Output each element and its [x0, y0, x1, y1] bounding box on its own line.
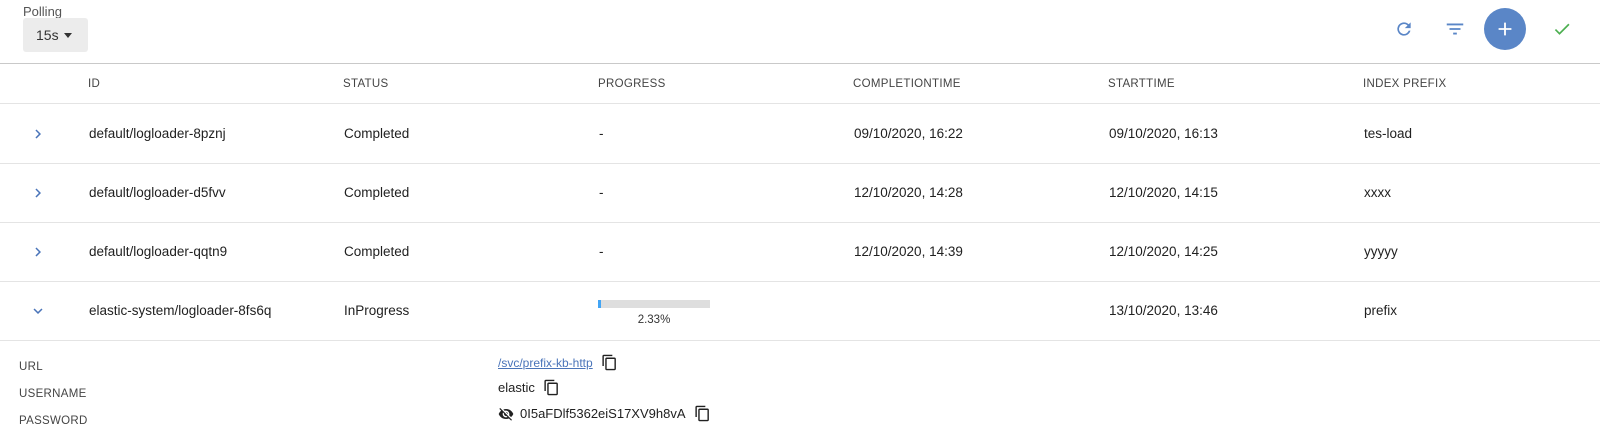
chevron-right-icon — [35, 129, 41, 139]
copy-username-button[interactable] — [543, 379, 560, 396]
add-button[interactable] — [1484, 8, 1526, 50]
cell-id: default/logloader-qqtn9 — [89, 244, 228, 259]
table-row[interactable]: elastic-system/logloader-8fs6q InProgres… — [0, 282, 1600, 341]
copy-url-button[interactable] — [601, 354, 618, 371]
cell-starttime: 12/10/2020, 14:15 — [1109, 185, 1218, 200]
cell-status: Completed — [344, 185, 410, 200]
confirm-button[interactable] — [1541, 8, 1583, 50]
cell-completiontime: 12/10/2020, 14:28 — [854, 185, 963, 200]
username-label: USERNAME — [19, 388, 87, 400]
password-text: 0I5aFDlf5362eiS17XV9h8vA — [520, 406, 686, 421]
cell-progress: - — [599, 126, 604, 141]
table-row[interactable]: default/logloader-8pznj Completed - 09/1… — [0, 105, 1600, 164]
cell-completiontime: 09/10/2020, 16:22 — [854, 126, 963, 141]
copy-password-button[interactable] — [694, 405, 711, 422]
refresh-icon — [1397, 22, 1411, 36]
column-header-starttime[interactable]: STARTTIME — [1108, 78, 1175, 90]
filter-icon — [1446, 23, 1464, 35]
username-value: elastic — [498, 379, 560, 396]
copy-icon — [694, 405, 709, 422]
caret-down-icon — [63, 32, 72, 38]
url-label: URL — [19, 361, 43, 373]
cell-starttime: 12/10/2020, 14:25 — [1109, 244, 1218, 259]
expand-row-button[interactable] — [27, 120, 49, 148]
cell-status: Completed — [344, 126, 410, 141]
check-icon — [1554, 23, 1570, 35]
cell-index-prefix: prefix — [1364, 303, 1398, 318]
column-header-index-prefix[interactable]: INDEX PREFIX — [1363, 78, 1446, 90]
cell-id: default/logloader-d5fvv — [89, 185, 226, 200]
refresh-button[interactable] — [1383, 8, 1425, 50]
toggle-password-visibility-button[interactable] — [498, 406, 514, 422]
chevron-down-icon — [33, 308, 43, 314]
cell-completiontime: 12/10/2020, 14:39 — [854, 244, 963, 259]
row-details: URL /svc/prefix-kb-http USERNAME elastic… — [0, 354, 1600, 439]
chevron-right-icon — [35, 247, 41, 257]
expand-row-button[interactable] — [27, 179, 49, 207]
copy-icon — [544, 379, 558, 396]
polling-value: 15s — [36, 27, 59, 43]
table-header: ID STATUS PROGRESS COMPLETIONTIME STARTT… — [0, 65, 1600, 104]
cell-index-prefix: xxxx — [1364, 185, 1391, 200]
filter-button[interactable] — [1434, 8, 1476, 50]
copy-icon — [602, 354, 616, 371]
cell-status: InProgress — [344, 303, 410, 318]
password-value: 0I5aFDlf5362eiS17XV9h8vA — [498, 405, 711, 422]
password-label: PASSWORD — [19, 415, 88, 427]
polling-label: Polling — [23, 4, 63, 19]
progress-percent: 2.33% — [637, 314, 671, 326]
progress-track — [598, 300, 710, 308]
table-row[interactable]: default/logloader-qqtn9 Completed - 12/1… — [0, 223, 1600, 282]
column-header-completiontime[interactable]: COMPLETIONTIME — [853, 78, 961, 90]
visibility-off-icon — [498, 407, 514, 421]
cell-progress: - — [599, 244, 604, 259]
cell-starttime: 13/10/2020, 13:46 — [1109, 303, 1218, 318]
column-header-id[interactable]: ID — [88, 78, 100, 90]
cell-id: default/logloader-8pznj — [89, 126, 226, 141]
expand-row-button[interactable] — [27, 238, 49, 266]
toolbar: Polling 15s — [0, 0, 1600, 64]
polling-select[interactable]: 15s — [23, 18, 88, 52]
cell-status: Completed — [344, 244, 410, 259]
chevron-right-icon — [35, 188, 41, 198]
cell-progress: - — [599, 185, 604, 200]
cell-index-prefix: yyyyy — [1364, 244, 1398, 259]
plus-icon — [1498, 22, 1512, 36]
progress-indicator: 2.33% — [598, 300, 710, 326]
url-value: /svc/prefix-kb-http — [498, 354, 618, 371]
collapse-row-button[interactable] — [27, 297, 49, 325]
username-text: elastic — [498, 380, 535, 395]
progress-fill — [598, 300, 601, 308]
url-link[interactable]: /svc/prefix-kb-http — [498, 356, 593, 370]
table-row[interactable]: default/logloader-d5fvv Completed - 12/1… — [0, 164, 1600, 223]
cell-starttime: 09/10/2020, 16:13 — [1109, 126, 1218, 141]
column-header-progress[interactable]: PROGRESS — [598, 78, 666, 90]
cell-index-prefix: tes-load — [1364, 126, 1413, 141]
column-header-status[interactable]: STATUS — [343, 78, 388, 90]
cell-id: elastic-system/logloader-8fs6q — [89, 303, 272, 318]
